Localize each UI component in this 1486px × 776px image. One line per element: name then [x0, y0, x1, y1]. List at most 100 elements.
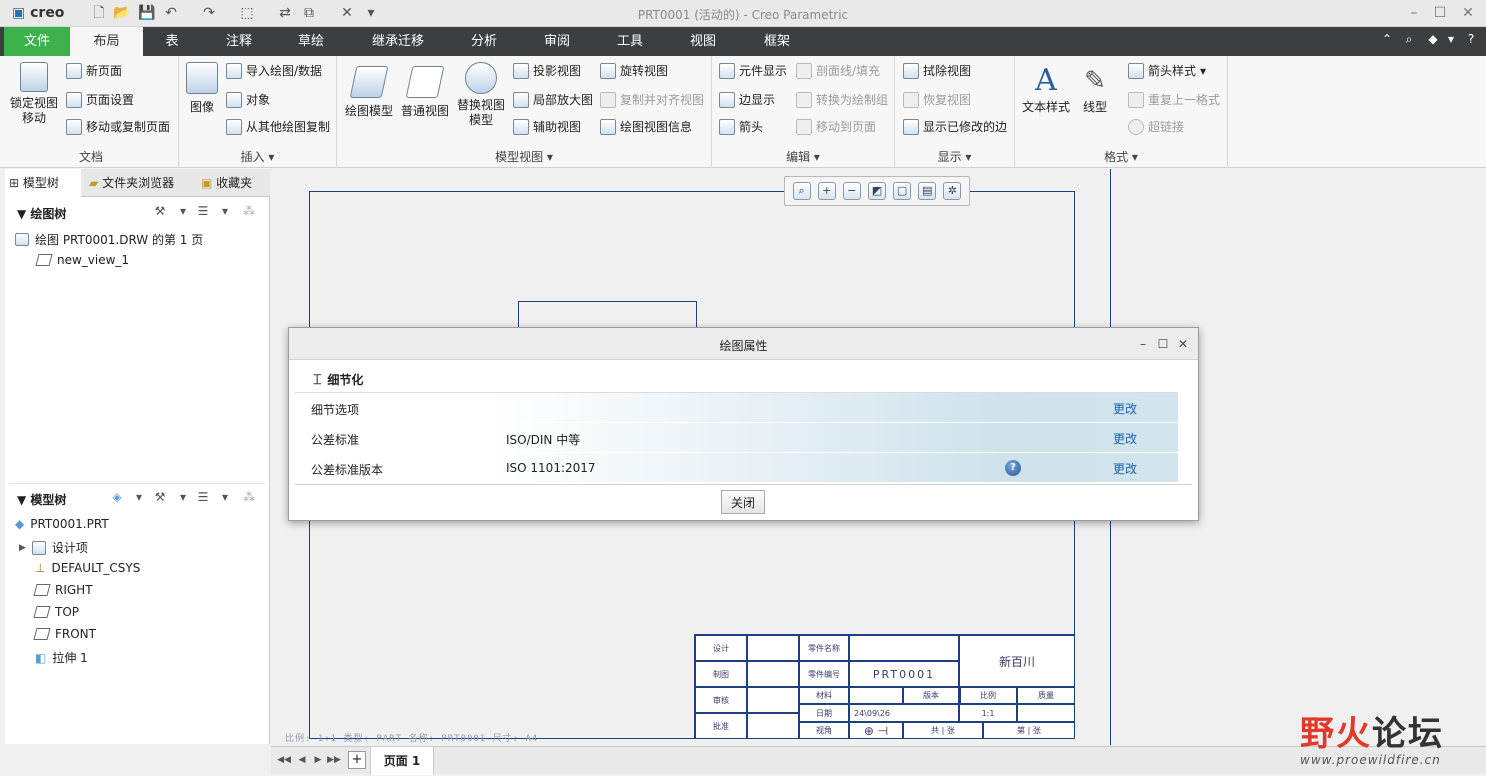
tab-tools[interactable]: 工具: [604, 27, 656, 56]
tree-settings-icon[interactable]: ⚒: [152, 204, 168, 220]
tree-item-extrude[interactable]: ◧ 拉伸 1: [35, 649, 88, 666]
group-label-display[interactable]: 显示 ▾: [895, 148, 1014, 165]
tree-item-drawing-sheet[interactable]: 绘图 PRT0001.DRW 的第 1 页: [15, 231, 203, 248]
detailed-view-button[interactable]: 局部放大图: [513, 91, 593, 108]
first-page-icon[interactable]: ◀◀: [277, 752, 291, 768]
repeat-last-format-button[interactable]: 重复上一格式: [1128, 91, 1220, 108]
move-to-page-button[interactable]: 移动到页面: [796, 118, 876, 135]
next-page-icon[interactable]: ▶: [311, 752, 325, 768]
revolved-view-button[interactable]: 旋转视图: [600, 62, 668, 79]
tree-item-csys[interactable]: ⊥ DEFAULT_CSYS: [35, 561, 140, 575]
tab-favorites[interactable]: ▣ 收藏夹: [197, 169, 267, 197]
tab-sketch[interactable]: 草绘: [284, 27, 338, 56]
tree-filter-icon[interactable]: ☰: [195, 204, 211, 220]
graduation-cap-icon[interactable]: ◆: [1424, 32, 1442, 46]
change-link-tolerance-version[interactable]: 更改: [1113, 460, 1137, 477]
group-label-model-views[interactable]: 模型视图 ▾: [337, 148, 711, 165]
chevron-down-icon[interactable]: ▾: [217, 204, 233, 220]
add-page-button[interactable]: +: [348, 751, 366, 769]
help-icon[interactable]: ?: [1462, 32, 1480, 46]
tree-item-front-plane[interactable]: FRONT: [33, 627, 96, 641]
copy-from-drawing-button[interactable]: 从其他绘图复制: [226, 118, 330, 135]
repaint-icon[interactable]: ◩: [867, 182, 886, 200]
search-icon[interactable]: ⌕: [1400, 32, 1418, 47]
tab-view[interactable]: 视图: [676, 27, 730, 56]
tab-review[interactable]: 审阅: [530, 27, 584, 56]
panel-divider[interactable]: [9, 483, 265, 484]
tree-item-right-plane[interactable]: RIGHT: [33, 583, 93, 597]
model-tree-header[interactable]: ▼ 模型树: [17, 491, 66, 508]
change-link-tolerance-standard[interactable]: 更改: [1113, 430, 1137, 447]
tree-columns-icon[interactable]: ⁂: [241, 204, 257, 220]
tab-model-tree[interactable]: ⊞ 模型树: [5, 169, 81, 197]
edge-display-button[interactable]: 边显示: [719, 91, 775, 108]
chevron-down-icon[interactable]: ▾: [175, 490, 191, 506]
replace-view-model-button[interactable]: 替换视图 模型: [453, 62, 509, 128]
zoom-in-icon[interactable]: +: [817, 182, 836, 200]
refit-icon[interactable]: ⌕: [792, 182, 811, 200]
drawing-model-button[interactable]: 绘图模型: [343, 66, 395, 119]
window-close-icon[interactable]: ✕: [1455, 3, 1481, 23]
new-page-button[interactable]: 新页面: [66, 62, 122, 79]
arrows-button[interactable]: 箭头: [719, 118, 763, 135]
tab-annotate[interactable]: 注释: [212, 27, 266, 56]
page-tab-1[interactable]: 页面 1: [370, 747, 434, 775]
tree-item-part[interactable]: ◆ PRT0001.PRT: [15, 517, 109, 531]
datum-display-icon[interactable]: ✲: [943, 182, 962, 200]
import-drawing-button[interactable]: 导入绘图/数据: [226, 62, 322, 79]
projection-view-button[interactable]: 投影视图: [513, 62, 581, 79]
drawing-view-info-button[interactable]: 绘图视图信息: [600, 118, 692, 135]
component-display-button[interactable]: 元件显示: [719, 62, 787, 79]
resume-view-button[interactable]: 恢复视图: [903, 91, 971, 108]
model-display-icon[interactable]: ◈: [109, 490, 125, 506]
group-label-edit[interactable]: 编辑 ▾: [712, 148, 894, 165]
chevron-down-icon[interactable]: ▾: [131, 490, 147, 506]
last-page-icon[interactable]: ▶▶: [327, 752, 341, 768]
tree-item-view[interactable]: new_view_1: [35, 253, 129, 267]
change-link-detail-options[interactable]: 更改: [1113, 400, 1137, 417]
xhatch-button[interactable]: 剖面线/填充: [796, 62, 880, 79]
tab-file[interactable]: 文件: [4, 27, 70, 56]
group-label-format[interactable]: 格式 ▾: [1015, 148, 1227, 165]
dialog-maximize-icon[interactable]: ☐: [1155, 336, 1171, 352]
auxiliary-view-button[interactable]: 辅助视图: [513, 118, 581, 135]
tree-columns-icon[interactable]: ⁂: [241, 490, 257, 506]
saved-views-icon[interactable]: ▤: [918, 182, 937, 200]
chevron-down-icon[interactable]: ▾: [217, 490, 233, 506]
drawing-tree-header[interactable]: ▼ 绘图树: [17, 205, 66, 222]
collapse-ribbon-icon[interactable]: ⌃: [1378, 32, 1396, 46]
convert-draft-group-button[interactable]: 转换为绘制组: [796, 91, 888, 108]
expand-arrow-icon[interactable]: ▶: [19, 543, 26, 553]
object-button[interactable]: 对象: [226, 91, 270, 108]
dialog-title-bar[interactable]: 绘图属性 – ☐ ✕: [289, 328, 1198, 360]
chevron-down-icon[interactable]: ▾: [175, 204, 191, 220]
line-style-button[interactable]: ✎ 线型: [1075, 62, 1115, 115]
show-modified-edges-button[interactable]: 显示已修改的边: [903, 118, 1007, 135]
group-label-insert[interactable]: 插入 ▾: [179, 148, 336, 165]
text-style-button[interactable]: A 文本样式: [1021, 62, 1071, 115]
tab-layout[interactable]: 布局: [70, 27, 143, 56]
tab-table[interactable]: 表: [150, 27, 194, 56]
tree-filter-icon[interactable]: ☰: [195, 490, 211, 506]
help-icon[interactable]: ?: [1005, 460, 1021, 476]
erase-view-button[interactable]: 拭除视图: [903, 62, 971, 79]
tree-item-design-items[interactable]: ▶ 设计项: [19, 539, 88, 556]
copy-align-view-button[interactable]: 复制并对齐视图: [600, 91, 704, 108]
display-style-icon[interactable]: ▢: [893, 182, 912, 200]
tab-folder-browser[interactable]: ▰ 文件夹浏览器: [85, 169, 193, 197]
zoom-out-icon[interactable]: −: [842, 182, 861, 200]
tree-settings-icon[interactable]: ⚒: [152, 490, 168, 506]
dialog-minimize-icon[interactable]: –: [1135, 336, 1151, 352]
minimize-icon[interactable]: –: [1401, 3, 1427, 23]
move-copy-page-button[interactable]: 移动或复制页面: [66, 118, 170, 135]
general-view-button[interactable]: 普通视图: [399, 66, 451, 119]
image-button[interactable]: 图像: [183, 62, 221, 115]
tree-item-top-plane[interactable]: TOP: [33, 605, 79, 619]
dialog-close-icon[interactable]: ✕: [1175, 336, 1191, 352]
tab-analysis[interactable]: 分析: [458, 27, 510, 56]
lock-view-move-button[interactable]: 锁定视图 移动: [8, 62, 60, 126]
tab-frame[interactable]: 框架: [750, 27, 804, 56]
tab-legacy-migration[interactable]: 继承迁移: [358, 27, 438, 56]
prev-page-icon[interactable]: ◀: [295, 752, 309, 768]
dropdown-icon[interactable]: ▾: [1442, 32, 1460, 46]
